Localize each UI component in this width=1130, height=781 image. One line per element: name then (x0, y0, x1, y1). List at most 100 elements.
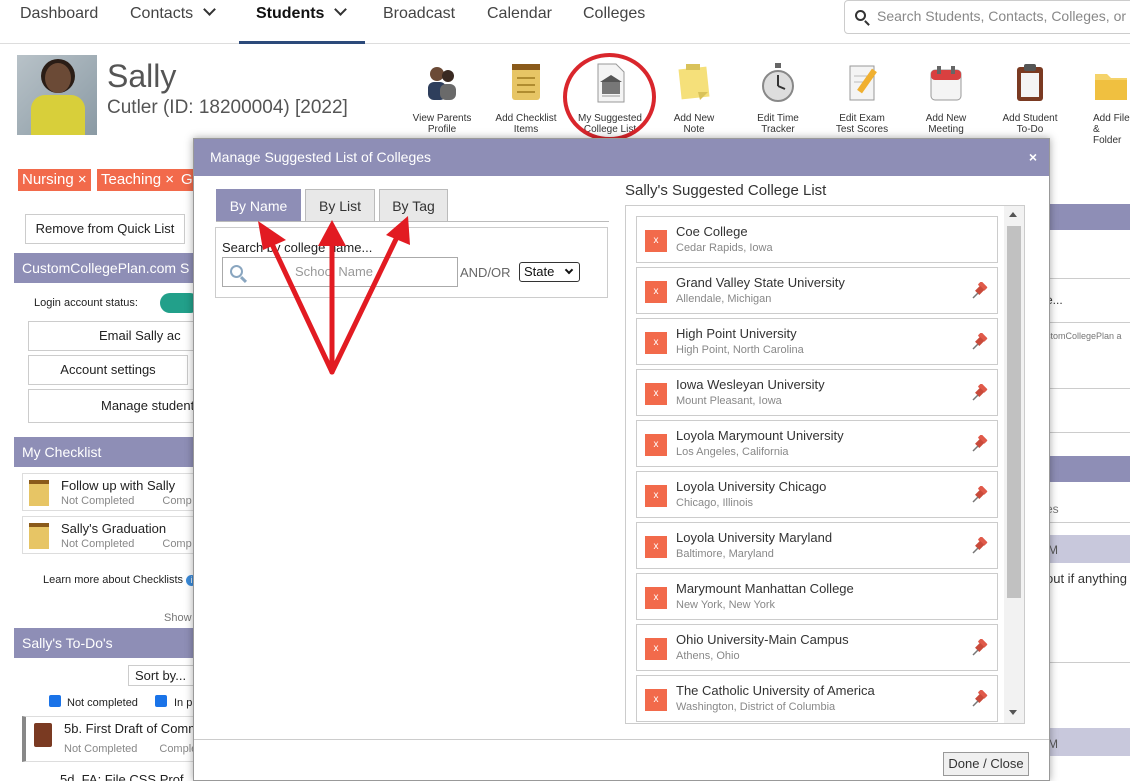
remove-college-button[interactable]: x (645, 434, 667, 456)
add-student-todo-button[interactable]: Add Student To-Do (992, 62, 1068, 135)
suggested-list-title: Sally's Suggested College List (625, 182, 827, 199)
scrollbar-thumb[interactable] (1007, 226, 1021, 598)
checklist-item[interactable]: Follow up with Sally Not Completed Comp (22, 473, 197, 511)
add-file-folder-button[interactable]: Add File & Folder (1076, 62, 1130, 146)
add-new-note-button[interactable]: Add New Note (656, 62, 732, 135)
edit-time-tracker-button[interactable]: Edit Time Tracker (740, 62, 816, 135)
done-close-button[interactable]: Done / Close (943, 752, 1029, 776)
learn-more-text: Learn more about Checklists (43, 574, 184, 586)
tab-by-list[interactable]: By List (305, 189, 375, 221)
clipboard-icon (1017, 64, 1043, 101)
divider (1050, 388, 1130, 389)
suggested-college-list[interactable]: x Coe College Cedar Rapids, Iowa x Grand Val… (625, 205, 1025, 724)
tool-label: Edit Time (757, 113, 799, 124)
add-new-meeting-button[interactable]: Add New Meeting (908, 62, 984, 135)
pushpin-icon[interactable] (971, 435, 989, 453)
in-progress-checkbox[interactable] (155, 695, 167, 707)
school-name-input[interactable]: School Name (222, 257, 458, 287)
tag-teaching[interactable]: Teaching × (97, 169, 178, 191)
college-name: Loyola University Chicago (676, 479, 827, 494)
nav-students[interactable]: Students (239, 0, 365, 44)
pushpin-icon[interactable] (971, 282, 989, 300)
remove-college-button[interactable]: x (645, 485, 667, 507)
tag-label: Teaching (101, 171, 162, 188)
college-row[interactable]: x Iowa Wesleyan University Mount Pleasant,… (636, 369, 998, 416)
learn-more-checklists-link[interactable]: Learn more about Checklists i (43, 574, 198, 586)
pushpin-icon[interactable] (971, 690, 989, 708)
clipboard-icon (34, 723, 52, 747)
college-row[interactable]: x The Catholic University of America Washi… (636, 675, 998, 722)
college-row[interactable]: x High Point University High Point, North … (636, 318, 998, 365)
annotation-circle (563, 53, 656, 141)
tool-label: Test Scores (835, 124, 889, 135)
global-search-input[interactable]: Search Students, Contacts, Colleges, or … (844, 0, 1130, 34)
student-sub-title: Cutler (ID: 18200004) [2022] (107, 97, 348, 118)
college-row[interactable]: x Loyola University Chicago Chicago, Illin… (636, 471, 998, 518)
nav-contacts-label: Contacts (130, 5, 194, 22)
college-row[interactable]: x Ohio University-Main Campus Athens, Ohio (636, 624, 998, 671)
checklist-item-status-text: Not Completed (61, 538, 135, 550)
college-location: Cedar Rapids, Iowa (676, 242, 773, 254)
college-location: Washington, District of Columbia (676, 701, 836, 713)
parents-icon (428, 67, 456, 100)
college-row[interactable]: x Grand Valley State University Allendale,… (636, 267, 998, 314)
pushpin-icon[interactable] (971, 639, 989, 657)
tag-nursing[interactable]: Nursing × (18, 169, 91, 191)
tab-by-tag[interactable]: By Tag (379, 189, 448, 221)
nav-contacts[interactable]: Contacts (130, 0, 217, 44)
college-row[interactable]: x Marymount Manhattan College New York, Ne… (636, 573, 998, 620)
in-progress-label: In p (174, 697, 193, 709)
scroll-up-icon[interactable] (1009, 212, 1017, 217)
nav-calendar[interactable]: Calendar (487, 0, 552, 44)
pushpin-icon[interactable] (971, 333, 989, 351)
todo-item-status-text: Not Completed (64, 743, 138, 755)
show-link[interactable]: Show (164, 612, 192, 624)
stopwatch-icon (762, 63, 794, 102)
todo-item[interactable]: 5b. First Draft of Comm Not Completed Com… (22, 716, 199, 762)
remove-college-button[interactable]: x (645, 536, 667, 558)
remove-college-button[interactable]: x (645, 281, 667, 303)
college-row[interactable]: x Loyola University Maryland Baltimore, Ma… (636, 522, 998, 569)
right-section-header (1050, 204, 1130, 230)
checklist-item[interactable]: Sally's Graduation Not Completed Comp (22, 516, 197, 554)
student-first-name: Sally (107, 58, 177, 94)
email-sally-button[interactable]: Email Sally ac (28, 321, 198, 351)
divider (1050, 662, 1130, 663)
remove-college-button[interactable]: x (645, 638, 667, 660)
account-settings-button[interactable]: Account settings (28, 355, 188, 385)
state-select-value: State (524, 264, 555, 279)
right-section-header (1050, 728, 1130, 756)
view-parents-profile-button[interactable]: View Parents Profile (404, 62, 480, 135)
manage-student-button[interactable]: Manage student (28, 389, 198, 423)
sort-by-select[interactable]: Sort by... (128, 665, 198, 686)
college-row[interactable]: x Loyola Marymount University Los Angeles,… (636, 420, 998, 467)
right-section-header (1050, 535, 1130, 563)
remove-from-quick-list-button[interactable]: Remove from Quick List (25, 214, 185, 244)
close-icon[interactable]: × (1029, 139, 1037, 176)
state-select[interactable]: State (519, 262, 580, 282)
college-row[interactable]: x Coe College Cedar Rapids, Iowa (636, 216, 998, 263)
remove-college-button[interactable]: x (645, 332, 667, 354)
pushpin-icon[interactable] (971, 384, 989, 402)
tool-label: & Folder (1093, 124, 1122, 146)
pushpin-icon[interactable] (971, 486, 989, 504)
remove-college-button[interactable]: x (645, 230, 667, 252)
college-name: Coe College (676, 224, 748, 239)
pushpin-icon[interactable] (971, 537, 989, 555)
remove-college-button[interactable]: x (645, 689, 667, 711)
tab-by-name[interactable]: By Name (216, 189, 301, 221)
nav-broadcast[interactable]: Broadcast (383, 0, 455, 44)
avatar (17, 55, 97, 135)
not-completed-checkbox[interactable] (49, 695, 61, 707)
remove-college-button[interactable]: x (645, 587, 667, 609)
and-or-label: AND/OR (460, 265, 511, 280)
college-name: High Point University (676, 326, 797, 341)
add-checklist-items-button[interactable]: Add Checklist Items (488, 62, 564, 135)
nav-colleges[interactable]: Colleges (583, 0, 645, 44)
nav-dashboard[interactable]: Dashboard (20, 0, 98, 44)
scroll-down-icon[interactable] (1009, 710, 1017, 715)
search-icon (855, 10, 866, 21)
edit-exam-test-scores-button[interactable]: Edit Exam Test Scores (824, 62, 900, 135)
remove-college-button[interactable]: x (645, 383, 667, 405)
divider (1050, 278, 1130, 279)
